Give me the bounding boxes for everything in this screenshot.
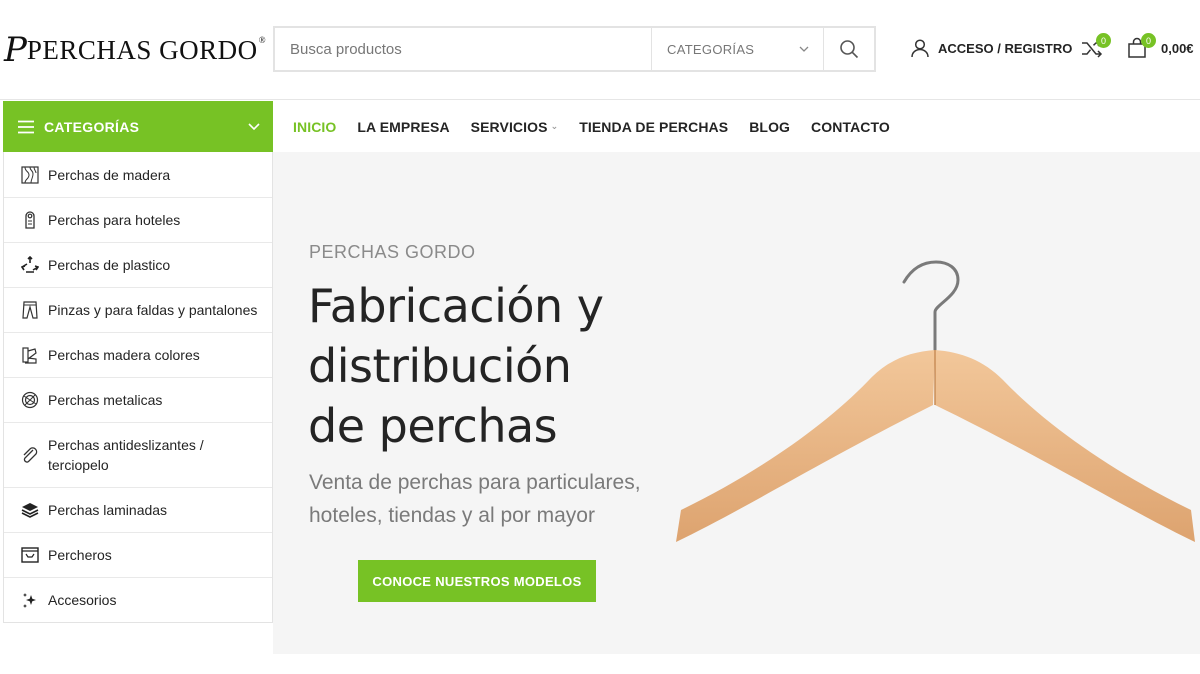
search-bar: CATEGORÍAS (273, 26, 876, 72)
category-item-perchas-para-hoteles[interactable]: Perchas para hoteles (4, 197, 272, 242)
color-palette-icon (20, 345, 40, 365)
category-item-perchas-antideslizantes[interactable]: Perchas antideslizantes / terciopelo (4, 422, 272, 487)
trousers-icon (20, 300, 40, 320)
search-icon (840, 40, 859, 59)
category-item-perchas-de-plastico[interactable]: Perchas de plastico (4, 242, 272, 287)
nav-inicio[interactable]: INICIO (293, 119, 336, 135)
nav-tienda-de-perchas[interactable]: TIENDA DE PERCHAS (579, 119, 728, 135)
compare-count-badge: 0 (1096, 33, 1111, 48)
recycle-icon (20, 255, 40, 275)
chevron-down-icon: ⌄ (550, 121, 559, 131)
nav-la-empresa[interactable]: LA EMPRESA (357, 119, 449, 135)
metal-ring-icon (20, 390, 40, 410)
paperclip-icon (20, 445, 40, 465)
layers-icon (20, 500, 40, 520)
cart-total: 0,00€ (1161, 40, 1194, 56)
category-item-perchas-madera-colores[interactable]: Perchas madera colores (4, 332, 272, 377)
cart-button[interactable]: 0 0,00€ (1127, 33, 1194, 59)
hero-banner: PERCHAS GORDO Fabricación y distribución… (273, 152, 1200, 654)
cta-conoce-modelos-button[interactable]: CONOCE NUESTROS MODELOS (358, 560, 596, 602)
category-item-perchas-metalicas[interactable]: Perchas metalicas (4, 377, 272, 422)
hero-subtitle: PERCHAS GORDO (309, 242, 476, 262)
category-item-pinzas-faldas-pantalones[interactable]: Pinzas y para faldas y pantalones (4, 287, 272, 332)
category-list: Perchas de madera Perchas para hoteles P… (3, 152, 273, 623)
search-button[interactable] (823, 28, 874, 70)
categories-toggle[interactable]: CATEGORÍAS (3, 101, 273, 152)
door-hanger-icon (20, 210, 40, 230)
hamburger-icon (18, 120, 34, 133)
categories-title: CATEGORÍAS (44, 118, 140, 135)
category-select-label: CATEGORÍAS (667, 41, 755, 57)
chevron-down-icon (799, 46, 809, 52)
account-label: ACCESO / REGISTRO (938, 40, 1073, 56)
category-item-perchas-de-madera[interactable]: Perchas de madera (4, 152, 272, 197)
category-item-accesorios[interactable]: Accesorios (4, 577, 272, 622)
account-link[interactable]: ACCESO / REGISTRO (910, 38, 1072, 58)
compare-button[interactable]: 0 (1081, 33, 1111, 61)
category-select[interactable]: CATEGORÍAS (651, 28, 823, 70)
nav-servicios[interactable]: SERVICIOS ⌄ (471, 119, 559, 135)
logo-monogram: P (4, 30, 27, 70)
cart-count-badge: 0 (1141, 33, 1156, 48)
nav-contacto[interactable]: CONTACTO (811, 119, 890, 135)
hero-title: Fabricación y distribución de perchas (308, 279, 604, 453)
logo[interactable]: P PERCHAS GORDO® (4, 30, 266, 70)
hero-description: Venta de perchas para particulares, hote… (309, 471, 641, 527)
logo-text: PERCHAS GORDO® (26, 34, 267, 65)
chevron-down-icon (248, 123, 260, 130)
nav-blog[interactable]: BLOG (749, 119, 790, 135)
search-input[interactable] (275, 28, 651, 70)
clothes-rack-icon (20, 545, 40, 565)
sparkles-icon (20, 590, 40, 610)
user-icon (911, 39, 929, 58)
category-item-percheros[interactable]: Percheros (4, 532, 272, 577)
main-navigation: INICIO LA EMPRESA SERVICIOS ⌄ TIENDA DE P… (273, 101, 1200, 152)
category-item-perchas-laminadas[interactable]: Perchas laminadas (4, 487, 272, 532)
wooden-hanger-image (676, 260, 1195, 542)
site-header: P PERCHAS GORDO® CATEGORÍAS ACCESO / REG… (0, 0, 1200, 100)
wood-texture-icon (20, 165, 40, 185)
